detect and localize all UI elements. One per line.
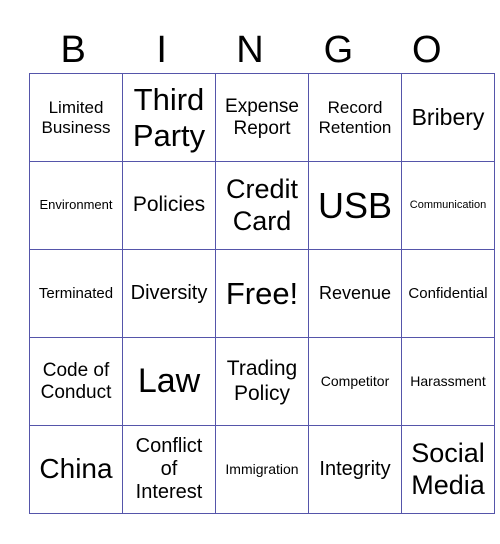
bingo-cell[interactable]: Confidential: [401, 249, 495, 338]
bingo-cell[interactable]: Credit Card: [215, 161, 309, 250]
bingo-row: China Conflict of Interest Immigration Inte…: [29, 425, 495, 514]
bingo-cell[interactable]: Code of Conduct: [29, 337, 123, 426]
bingo-cell[interactable]: Diversity: [122, 249, 216, 338]
bingo-cell[interactable]: Environment: [29, 161, 123, 250]
bingo-cell[interactable]: Terminated: [29, 249, 123, 338]
bingo-header: B I N G O: [29, 28, 471, 73]
bingo-row: Terminated Diversity Free! Revenue Confident…: [29, 249, 495, 338]
header-letter-g: G: [323, 29, 354, 71]
bingo-cell[interactable]: Harassment: [401, 337, 495, 426]
bingo-cell[interactable]: Communication: [401, 161, 495, 250]
bingo-card-grid: Limited Business Third Party Expense Repor…: [29, 73, 495, 514]
bingo-cell[interactable]: Competitor: [308, 337, 402, 426]
bingo-cell[interactable]: Immigration: [215, 425, 309, 514]
bingo-cell[interactable]: Free!: [215, 249, 309, 338]
bingo-cell[interactable]: Bribery: [401, 73, 495, 162]
bingo-row: Environment Policies Credit Card USB Communi…: [29, 161, 495, 250]
header-letter-n: N: [236, 29, 264, 71]
bingo-row: Limited Business Third Party Expense Repor…: [29, 73, 495, 162]
bingo-cell[interactable]: China: [29, 425, 123, 514]
bingo-cell[interactable]: Record Retention: [308, 73, 402, 162]
bingo-cell[interactable]: Social Media: [401, 425, 495, 514]
bingo-cell[interactable]: Law: [122, 337, 216, 426]
header-letter-o: O: [412, 29, 442, 71]
bingo-row: Code of Conduct Law Trading Policy Competit…: [29, 337, 495, 426]
bingo-cell[interactable]: Revenue: [308, 249, 402, 338]
bingo-cell[interactable]: Trading Policy: [215, 337, 309, 426]
bingo-cell[interactable]: Integrity: [308, 425, 402, 514]
bingo-cell[interactable]: Third Party: [122, 73, 216, 162]
bingo-cell[interactable]: Conflict of Interest: [122, 425, 216, 514]
bingo-cell[interactable]: Policies: [122, 161, 216, 250]
header-letter-i: I: [156, 29, 167, 71]
bingo-cell[interactable]: USB: [308, 161, 402, 250]
bingo-cell[interactable]: Limited Business: [29, 73, 123, 162]
header-letter-b: B: [60, 29, 86, 71]
bingo-cell[interactable]: Expense Report: [215, 73, 309, 162]
